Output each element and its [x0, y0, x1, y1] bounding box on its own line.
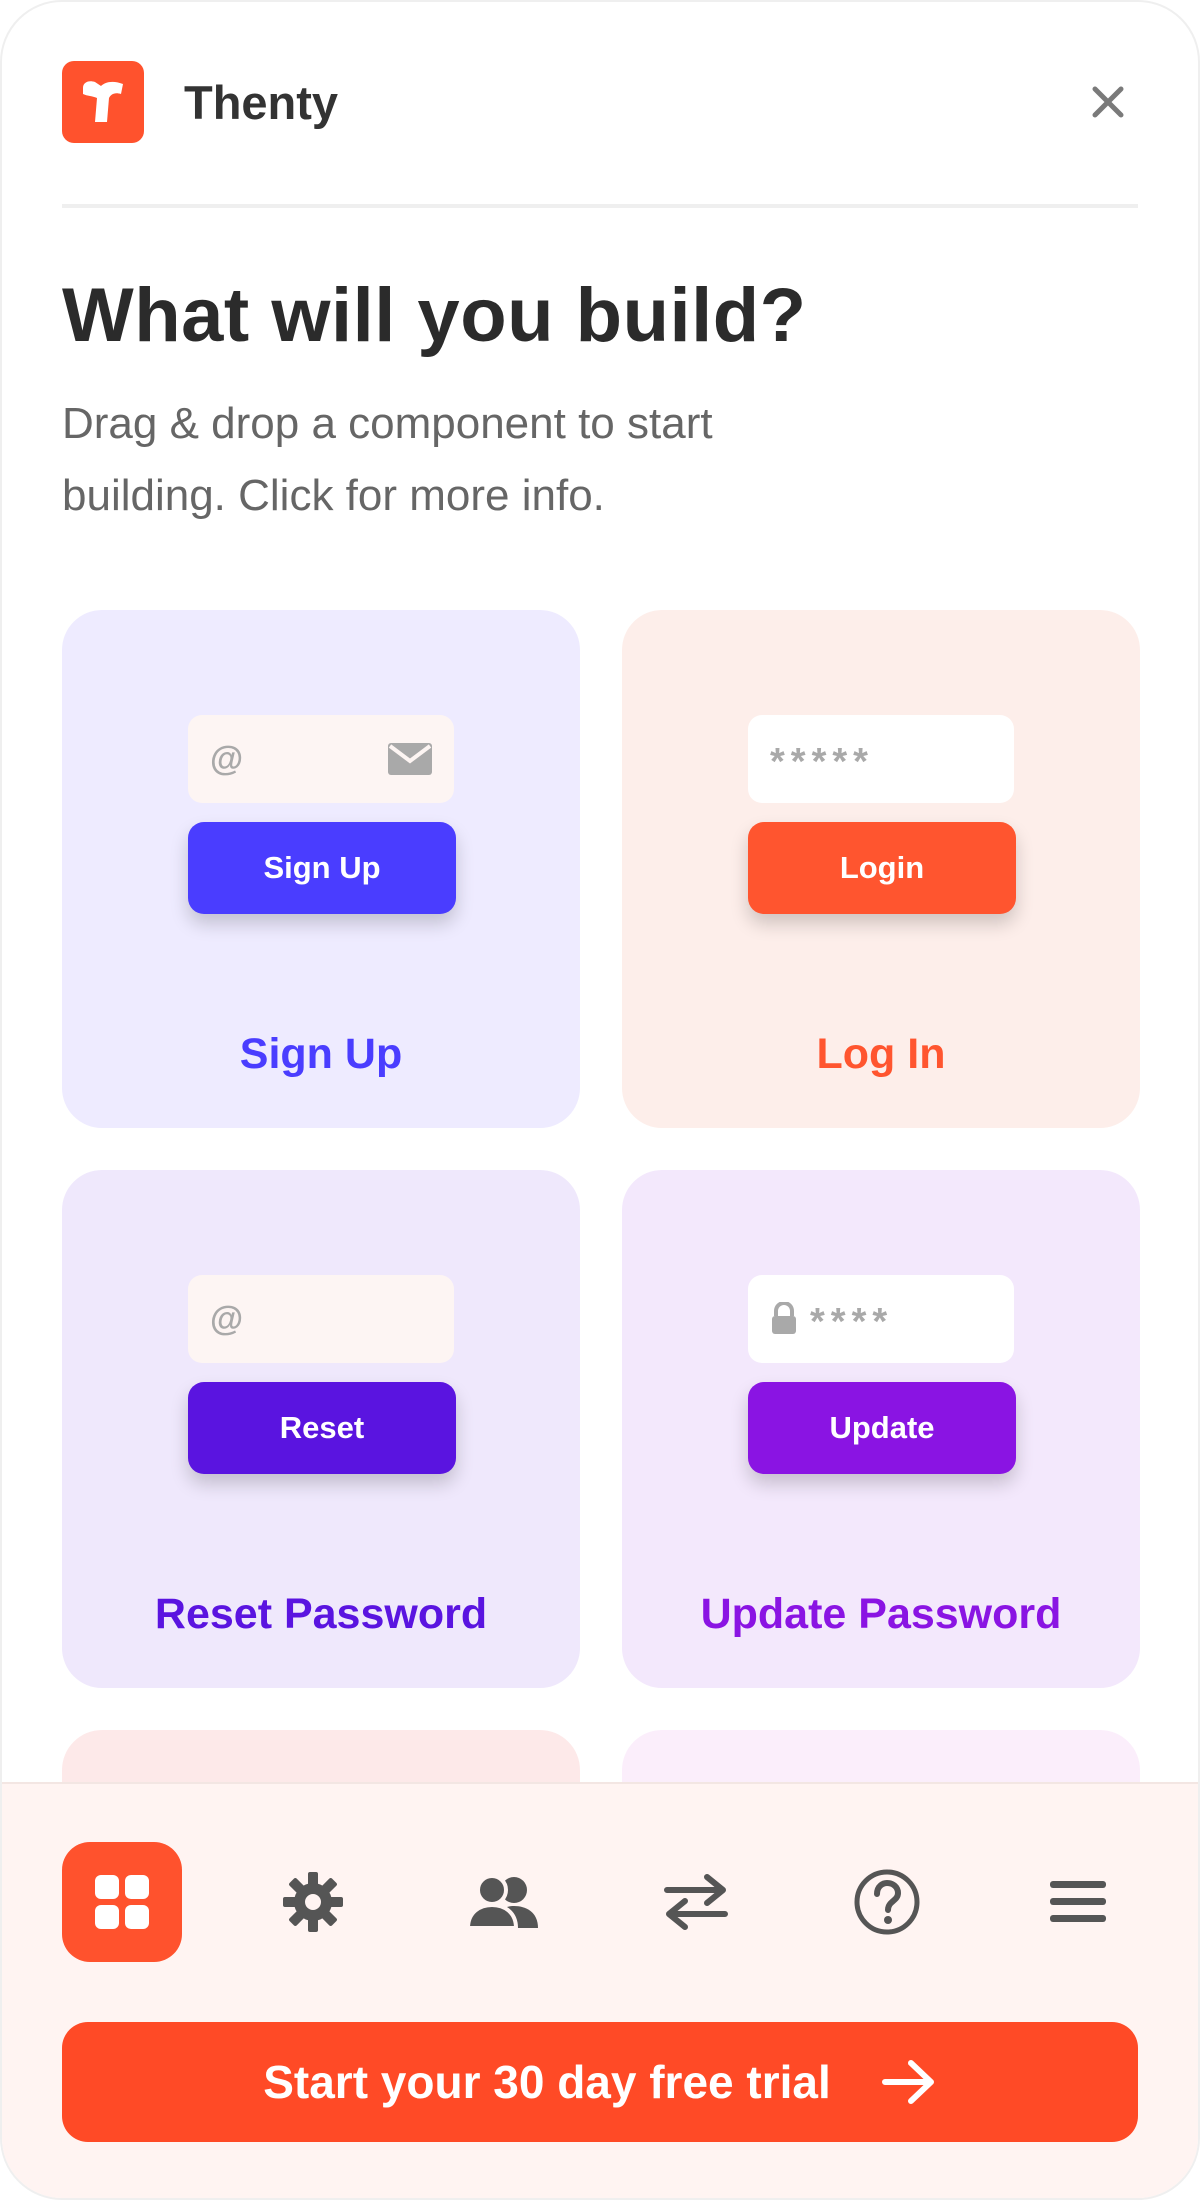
mock-update-button: Update — [748, 1382, 1016, 1474]
close-button[interactable] — [1078, 72, 1138, 132]
card-peek-left — [62, 1730, 580, 1790]
card-reset-password[interactable]: @ Reset Reset Password — [62, 1170, 580, 1688]
password-mask: ***** — [770, 740, 874, 783]
mock-password-input: **** — [748, 1275, 1014, 1363]
header-divider — [62, 204, 1138, 208]
gear-icon — [283, 1872, 344, 1932]
card-sign-up[interactable]: @ Sign Up Sign Up — [62, 610, 580, 1128]
swap-arrows-icon — [663, 1874, 728, 1930]
card-label: Sign Up — [239, 1030, 403, 1078]
mock-sign-up-button: Sign Up — [188, 822, 456, 914]
card-label: Log In — [816, 1030, 946, 1078]
header: Thenty — [62, 60, 1138, 144]
help-icon — [854, 1869, 920, 1935]
component-panel: Thenty What will you build? Drag & drop … — [0, 0, 1200, 2200]
card-label: Update Password — [700, 1590, 1062, 1638]
card-log-in[interactable]: ***** Login Log In — [622, 610, 1140, 1128]
arrow-right-icon — [881, 2060, 934, 2104]
card-peek-right — [622, 1730, 1140, 1790]
lock-icon — [772, 1302, 796, 1334]
password-mask: **** — [810, 1300, 894, 1343]
card-label: Reset Password — [154, 1590, 488, 1638]
mock-email-input: @ — [188, 715, 454, 803]
nav-components[interactable] — [62, 1842, 182, 1962]
mock-reset-button: Reset — [188, 1382, 456, 1474]
grid-icon — [95, 1875, 149, 1929]
mock-login-button: Login — [748, 822, 1016, 914]
close-icon — [1092, 86, 1124, 118]
nav-help[interactable] — [827, 1842, 947, 1962]
nav-settings[interactable] — [253, 1842, 373, 1962]
mock-password-input: ***** — [748, 715, 1014, 803]
bottom-nav — [62, 1842, 1138, 1962]
at-sign: @ — [210, 739, 244, 778]
users-icon — [466, 1874, 539, 1930]
menu-icon — [1049, 1881, 1106, 1922]
at-sign: @ — [210, 1299, 244, 1338]
page-heading: What will you build? — [62, 273, 807, 358]
start-trial-label: Start your 30 day free trial — [263, 2056, 831, 2108]
thenty-logo-icon — [62, 61, 144, 143]
mock-email-input: @ — [188, 1275, 454, 1363]
nav-integrations[interactable] — [636, 1842, 756, 1962]
page-subtitle: Drag & drop a component to start buildin… — [62, 399, 713, 520]
envelope-icon — [388, 743, 432, 775]
nav-users[interactable] — [444, 1842, 564, 1962]
card-update-password[interactable]: **** Update Update Password — [622, 1170, 1140, 1688]
start-trial-button[interactable]: Start your 30 day free trial — [62, 2022, 1138, 2142]
nav-menu[interactable] — [1018, 1842, 1138, 1962]
app-title: Thenty — [184, 75, 339, 129]
